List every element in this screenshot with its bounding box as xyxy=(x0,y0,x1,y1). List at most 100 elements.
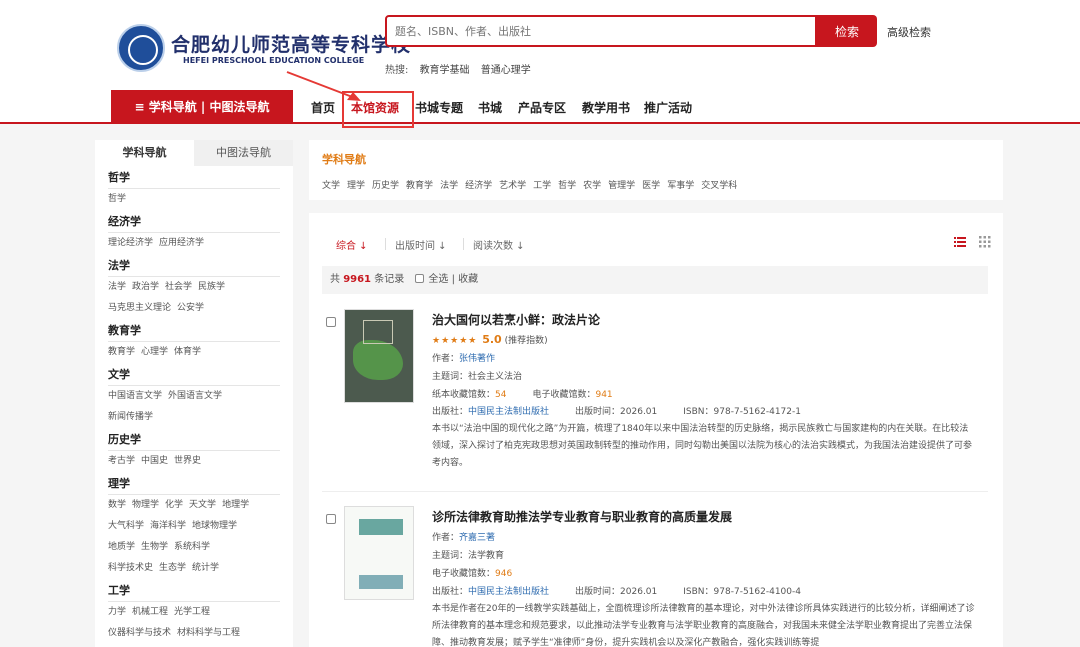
nav-products[interactable]: 产品专区 xyxy=(518,99,566,116)
select-all-label[interactable]: 全选 | 收藏 xyxy=(428,274,478,285)
subject-link[interactable]: 医学 xyxy=(642,181,660,191)
sidebar-link[interactable]: 材料科学与工程 xyxy=(177,628,240,638)
sidebar-heading[interactable]: 法学 xyxy=(108,255,280,276)
book-cover[interactable] xyxy=(344,309,414,403)
sidebar-items: 哲学 xyxy=(108,188,280,210)
sidebar-link[interactable]: 世界史 xyxy=(174,456,201,466)
select-all-checkbox[interactable] xyxy=(415,273,425,283)
sidebar-section: 工学力学机械工程光学工程仪器科学与技术材料科学与工程冶金工程动力工程及工程热物理 xyxy=(95,580,293,647)
book-publisher[interactable]: 中国民主法制出版社 xyxy=(468,407,549,417)
sidebar-heading[interactable]: 经济学 xyxy=(108,211,280,232)
search-input[interactable] xyxy=(387,17,815,45)
count-prefix: 共 xyxy=(330,274,340,285)
nav-bookstore[interactable]: 书城 xyxy=(478,99,502,116)
subject-link[interactable]: 交叉学科 xyxy=(701,181,737,191)
subject-link[interactable]: 农学 xyxy=(583,181,601,191)
sidebar-link[interactable]: 大气科学 xyxy=(108,521,144,531)
sidebar-link[interactable]: 考古学 xyxy=(108,456,135,466)
sort-publish-date[interactable]: 出版时间 ↓ xyxy=(395,237,447,252)
sidebar-link[interactable]: 法学 xyxy=(108,282,126,292)
sidebar-heading[interactable]: 工学 xyxy=(108,580,280,601)
sort-read-count[interactable]: 阅读次数 ↓ xyxy=(473,237,525,252)
book-author[interactable]: 齐嘉三著 xyxy=(459,533,495,543)
sidebar-heading[interactable]: 哲学 xyxy=(108,167,280,188)
sort-comprehensive[interactable]: 综合 ↓ xyxy=(336,237,368,252)
book-publisher[interactable]: 中国民主法制出版社 xyxy=(468,587,549,597)
subject-link[interactable]: 经济学 xyxy=(465,181,492,191)
sidebar-link[interactable]: 系统科学 xyxy=(174,542,210,552)
sidebar-link[interactable]: 政治学 xyxy=(132,282,159,292)
sidebar-link[interactable]: 马克思主义理论 xyxy=(108,303,171,313)
book-author[interactable]: 张伟著作 xyxy=(459,354,495,364)
subject-link[interactable]: 历史学 xyxy=(372,181,399,191)
sidebar-link[interactable]: 生态学 xyxy=(159,563,186,573)
sidebar-link[interactable]: 社会学 xyxy=(165,282,192,292)
sidebar-link[interactable]: 新闻传播学 xyxy=(108,412,153,422)
subject-link[interactable]: 法学 xyxy=(440,181,458,191)
school-name-en: HEFEI PRESCHOOL EDUCATION COLLEGE xyxy=(183,56,365,65)
sidebar-link[interactable]: 力学 xyxy=(108,607,126,617)
hot-term[interactable]: 普通心理学 xyxy=(481,65,531,76)
book-checkbox[interactable] xyxy=(326,317,336,327)
sidebar-heading[interactable]: 教育学 xyxy=(108,320,280,341)
book-checkbox[interactable] xyxy=(326,514,336,524)
tab-clc-nav[interactable]: 中图法导航 xyxy=(194,140,293,166)
sidebar-link[interactable]: 应用经济学 xyxy=(159,238,204,248)
sidebar-link[interactable]: 地球物理学 xyxy=(192,521,237,531)
sidebar-link[interactable]: 科学技术史 xyxy=(108,563,153,573)
book-subject-line: 主题词：社会主义法治 xyxy=(432,369,522,382)
sidebar-link[interactable]: 外国语言文学 xyxy=(168,391,222,401)
nav-teaching-books[interactable]: 教学用书 xyxy=(582,99,630,116)
annotation-arrow-icon xyxy=(286,71,361,101)
sidebar-link[interactable]: 数学 xyxy=(108,500,126,510)
book-title[interactable]: 诊所法律教育助推法学专业教育与职业教育的高质量发展 xyxy=(432,508,732,525)
tab-subject-nav[interactable]: 学科导航 xyxy=(95,140,194,166)
subject-link[interactable]: 文学 xyxy=(322,181,340,191)
nav-bookstore-topics[interactable]: 书城专题 xyxy=(415,99,463,116)
book-cover[interactable] xyxy=(344,506,414,600)
sidebar-link[interactable]: 中国史 xyxy=(141,456,168,466)
sidebar-link[interactable]: 物理学 xyxy=(132,500,159,510)
sidebar-section: 理学数学 物理学 化学 天文学 地理学大气科学 海洋科学 地球物理学地质学 生物学 系统科学科学… xyxy=(95,473,293,579)
sidebar-link[interactable]: 公安学 xyxy=(177,303,204,313)
sidebar-link[interactable]: 民族学 xyxy=(198,282,225,292)
book-title[interactable]: 治大国何以若烹小鲜：政法片论 xyxy=(432,311,600,328)
subject-link[interactable]: 教育学 xyxy=(406,181,433,191)
book-date: 2026.01 xyxy=(620,587,658,597)
sidebar-link[interactable]: 体育学 xyxy=(174,347,201,357)
grid-view-icon[interactable] xyxy=(979,236,991,248)
sidebar-link[interactable]: 机械工程 xyxy=(132,607,168,617)
sidebar-link[interactable]: 地质学 xyxy=(108,542,135,552)
nav-promotions[interactable]: 推广活动 xyxy=(644,99,692,116)
sidebar-heading[interactable]: 文学 xyxy=(108,364,280,385)
sidebar-link[interactable]: 统计学 xyxy=(192,563,219,573)
school-name-cn: 合肥幼儿师范高等专科学校 xyxy=(171,34,412,56)
subject-link[interactable]: 军事学 xyxy=(667,181,694,191)
sidebar-link[interactable]: 地理学 xyxy=(222,500,249,510)
sidebar-heading[interactable]: 理学 xyxy=(108,473,280,494)
category-nav-button[interactable]: ≡ 学科导航 | 中图法导航 xyxy=(111,90,293,124)
list-view-icon[interactable] xyxy=(954,236,966,248)
sidebar-link[interactable]: 天文学 xyxy=(189,500,216,510)
subject-link[interactable]: 哲学 xyxy=(558,181,576,191)
sidebar-link[interactable]: 中国语言文学 xyxy=(108,391,162,401)
hot-term[interactable]: 教育学基础 xyxy=(420,65,470,76)
subject-link[interactable]: 艺术学 xyxy=(499,181,526,191)
advanced-search-link[interactable]: 高级检索 xyxy=(887,24,931,40)
search-button[interactable]: 检索 xyxy=(817,15,877,47)
sidebar-link[interactable]: 仪器科学与技术 xyxy=(108,628,171,638)
sidebar-link[interactable]: 教育学 xyxy=(108,347,135,357)
sidebar-link[interactable]: 理论经济学 xyxy=(108,238,153,248)
isbn-label: ISBN： xyxy=(683,587,714,597)
sidebar-link[interactable]: 哲学 xyxy=(108,194,126,204)
sidebar-link[interactable]: 生物学 xyxy=(141,542,168,552)
sidebar-link[interactable]: 海洋科学 xyxy=(150,521,186,531)
subject-link[interactable]: 理学 xyxy=(347,181,365,191)
sidebar-row: 中国语言文学 外国语言文学 xyxy=(108,386,280,407)
subject-link[interactable]: 工学 xyxy=(533,181,551,191)
sidebar-heading[interactable]: 历史学 xyxy=(108,429,280,450)
sidebar-link[interactable]: 心理学 xyxy=(141,347,168,357)
subject-link[interactable]: 管理学 xyxy=(608,181,635,191)
sidebar-link[interactable]: 光学工程 xyxy=(174,607,210,617)
sidebar-link[interactable]: 化学 xyxy=(165,500,183,510)
